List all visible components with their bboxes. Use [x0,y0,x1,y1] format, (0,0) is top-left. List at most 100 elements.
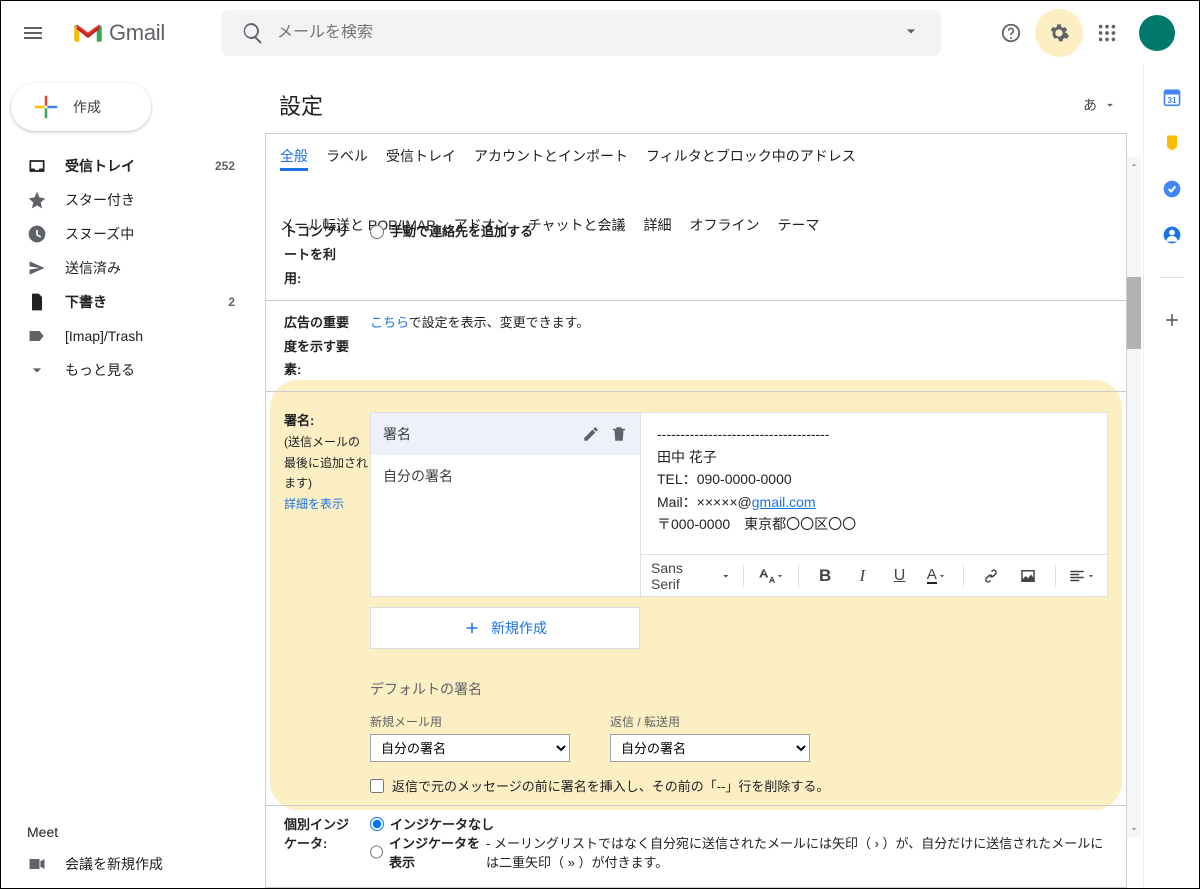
label-icon [27,326,47,346]
nav-drafts[interactable]: 下書き 2 [1,285,257,319]
file-icon [27,292,47,312]
help-icon [1000,22,1022,44]
svg-text:31: 31 [1167,95,1177,105]
signature-defaults: デフォルトの署名 新規メール用 自分の署名 返信 / 転送用 [370,659,1108,795]
meet-title: Meet [27,824,257,848]
scroll-down[interactable] [1127,821,1141,837]
caret-down-icon [1086,567,1096,585]
insert-before-reply-checkbox[interactable]: 返信で元のメッセージの前に署名を挿入し、その前の「--」行を削除する。 [370,776,1108,795]
section-autocomplete: トコンプリ ートを利 用: 手動で連絡先を追加する [266,220,1126,300]
get-addons[interactable] [1162,310,1182,330]
keep-icon [1162,133,1182,153]
tasks-icon [1162,179,1182,199]
signature-toolbar: Sans Serif B I U A [641,554,1107,596]
underline-button[interactable]: U [885,561,914,591]
nav-snoozed[interactable]: スヌーズ中 [1,217,257,251]
scrollbar[interactable] [1127,157,1141,837]
compose-label: 作成 [73,97,101,117]
align-button[interactable] [1068,561,1097,591]
apps-grid-icon [1096,22,1118,44]
calendar-icon: 31 [1162,87,1182,107]
text-color-button[interactable]: A [922,561,951,591]
support-button[interactable] [991,13,1031,53]
image-icon [1019,567,1037,585]
nav-imap-trash[interactable]: [Imap]/Trash [1,319,257,353]
font-size-button[interactable] [756,561,785,591]
caret-down-icon [937,567,947,585]
new-mail-sig-select[interactable]: 自分の署名 [370,734,570,762]
settings-panel: 全般 ラベル 受信トレイ アカウントとインポート フィルタとブロック中のアドレス… [265,133,1127,888]
section-label: 広告の重要 度を示す要 素: [284,311,370,381]
meet-new-meeting[interactable]: 会議を新規作成 [27,848,257,880]
clock-icon [27,224,47,244]
gmail-logo-icon [73,18,103,48]
calendar-addon[interactable]: 31 [1162,87,1182,107]
gmail-logo[interactable]: Gmail [65,18,173,48]
gmail-logo-text: Gmail [109,20,165,46]
align-icon [1068,567,1086,585]
inbox-icon [27,156,47,176]
settings-button[interactable] [1039,13,1079,53]
tasks-addon[interactable] [1162,179,1182,199]
contacts-addon[interactable] [1162,225,1182,245]
tab-filters[interactable]: フィルタとブロック中のアドレス [646,144,856,171]
font-family-select[interactable]: Sans Serif [651,560,731,592]
star-icon [27,190,47,210]
search-icon [241,21,265,45]
language-toggle[interactable]: あ [1083,95,1117,115]
nav-more[interactable]: もっと見る [1,353,257,387]
search-bar[interactable] [221,10,941,56]
reply-sig-label: 返信 / 転送用 [610,713,810,730]
bold-button[interactable]: B [811,561,840,591]
link-button[interactable] [976,561,1005,591]
signature-list-item[interactable]: 署名 [371,413,640,455]
signature-textarea[interactable]: ------------------------------------- 田中… [641,413,1107,554]
signature-list-item[interactable]: 自分の署名 [371,455,640,497]
pencil-icon[interactable] [582,425,600,443]
gear-icon [1048,22,1070,44]
hamburger-icon [21,21,45,45]
sidebar-nav: 作成 受信トレイ 252 スター付き スヌーズ中 送信済み [1,65,257,888]
tab-inbox[interactable]: 受信トレイ [386,144,456,171]
nav-inbox[interactable]: 受信トレイ 252 [1,149,257,183]
caret-down-icon [1103,98,1117,112]
keep-addon[interactable] [1162,133,1182,153]
signature-label: 署名: (送信メールの最後に追加されます) 詳細を表示 [284,410,370,795]
settings-button-highlight [1035,9,1083,57]
scroll-thumb[interactable] [1127,277,1141,349]
compose-button[interactable]: 作成 [11,83,151,131]
image-button[interactable] [1014,561,1043,591]
search-input[interactable] [277,24,889,42]
search-options-button[interactable] [889,21,933,46]
page-title: 設定 あ [257,65,1143,133]
italic-button[interactable]: I [848,561,877,591]
nav-starred[interactable]: スター付き [1,183,257,217]
radio-manual-contacts[interactable]: 手動で連絡先を追加する [370,220,1112,243]
section-indicators: 個別インジ ケータ: インジケータなし インジケータを表示 - メーリングリスト… [266,805,1126,879]
caret-down-icon [901,21,921,41]
new-mail-sig-label: 新規メール用 [370,713,570,730]
trash-icon[interactable] [610,425,628,443]
font-size-icon [757,567,775,585]
scroll-up[interactable] [1127,157,1141,173]
plus-icon [1162,310,1182,330]
nav-sent[interactable]: 送信済み [1,251,257,285]
radio-show-indicators[interactable]: インジケータを表示 - メーリングリストではなく自分宛に送信されたメールには矢印… [370,833,1108,871]
signature-list: 署名 自分の署名 [371,413,641,596]
ad-settings-link[interactable]: こちら [370,315,409,330]
tab-accounts[interactable]: アカウントとインポート [474,144,628,171]
main-menu-button[interactable] [9,9,57,57]
add-signature-button[interactable]: 新規作成 [370,607,640,649]
signature-learn-more[interactable]: 詳細を表示 [284,497,344,511]
google-apps-button[interactable] [1087,13,1127,53]
signature-email-link[interactable]: gmail.com [752,494,816,510]
account-avatar[interactable] [1139,15,1175,51]
settings-scroll-area: トコンプリ ートを利 用: 手動で連絡先を追加する [266,220,1126,887]
tab-general[interactable]: 全般 [280,144,308,171]
radio-no-indicators[interactable]: インジケータなし [370,814,1108,833]
tab-labels[interactable]: ラベル [326,144,368,171]
signature-editor: 署名 自分の署名 [370,412,1108,597]
nav-list: 受信トレイ 252 スター付き スヌーズ中 送信済み 下書き [1,149,257,387]
section-label: 個別インジ ケータ: [284,814,370,871]
reply-sig-select[interactable]: 自分の署名 [610,734,810,762]
